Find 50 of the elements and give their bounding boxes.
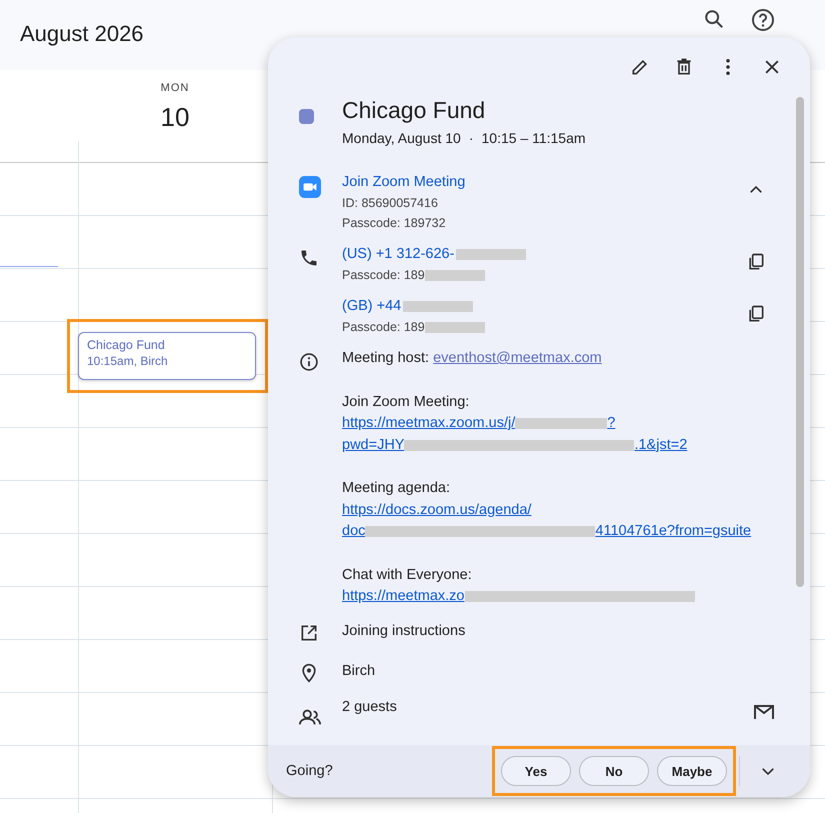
joining-instructions-link[interactable]: Joining instructions <box>342 622 466 638</box>
phone-icon <box>299 248 319 268</box>
rsvp-button[interactable]: Maybe <box>657 756 727 786</box>
meeting-passcode: Passcode: 189732 <box>342 215 447 232</box>
location-text: Birch <box>342 662 376 678</box>
phone-passcode: Passcode: 189 <box>342 267 425 284</box>
search-icon[interactable] <box>703 8 725 30</box>
join-zoom-link[interactable]: Join Zoom Meeting <box>342 172 466 193</box>
video-camera-icon <box>299 176 321 198</box>
url-link[interactable]: https://meetmax.zoom.us/j/ <box>342 413 516 434</box>
more-icon <box>726 59 730 75</box>
event-chip[interactable]: Chicago Fund 10:15am, Birch <box>78 332 256 380</box>
url-link[interactable]: doc <box>342 521 366 542</box>
meeting-id: ID: 85690057416 <box>342 195 439 212</box>
weekday-label: MON <box>160 82 190 94</box>
url-link[interactable]: ? <box>607 413 616 434</box>
phone-passcode: Passcode: 189 <box>342 319 425 336</box>
event-time: 10:15 – 11:15am <box>482 130 586 146</box>
redaction-bar <box>424 270 485 280</box>
url-link[interactable]: https://docs.zoom.us/agenda/ <box>342 500 532 521</box>
help-icon[interactable] <box>751 8 775 32</box>
description-label: Chat with Everyone: <box>342 566 473 584</box>
event-title: Chicago Fund <box>342 97 486 124</box>
day-number[interactable]: 10 <box>160 102 190 133</box>
scrollbar[interactable] <box>796 97 804 587</box>
info-icon <box>299 352 319 372</box>
month-title: August 2026 <box>20 21 144 47</box>
url-link[interactable]: pwd=JHY <box>342 434 404 456</box>
external-link-icon <box>299 622 319 642</box>
guest-count: 2 guests <box>342 698 397 714</box>
people-icon <box>299 708 321 724</box>
redaction-bar <box>456 249 526 260</box>
event-date: Monday, August 10 <box>342 130 461 146</box>
redaction-bar <box>424 322 485 332</box>
phone-number-link[interactable]: (US) +1 312-626- <box>342 244 454 265</box>
host-label: Meeting host: <box>342 350 430 366</box>
rsvp-button[interactable]: Yes <box>501 756 571 786</box>
redaction-bar <box>403 301 474 312</box>
rsvp-button[interactable]: No <box>579 756 649 786</box>
host-email-link[interactable]: eventhost@meetmax.com <box>433 350 602 366</box>
url-link[interactable]: 41104761e?from=gsuite <box>595 521 752 542</box>
phone-number-link[interactable]: (GB) +44 <box>342 296 402 317</box>
description-label: Join Zoom Meeting: <box>342 392 470 412</box>
url-link[interactable]: .1&jst=2 <box>634 434 688 456</box>
pencil-icon <box>630 57 650 77</box>
description-label: Meeting agenda: <box>342 479 452 498</box>
url-link[interactable]: https://meetmax.zo <box>342 586 464 608</box>
separator-dot: · <box>468 130 474 146</box>
envelope-icon[interactable] <box>754 704 774 718</box>
going-label: Going? <box>286 763 334 779</box>
